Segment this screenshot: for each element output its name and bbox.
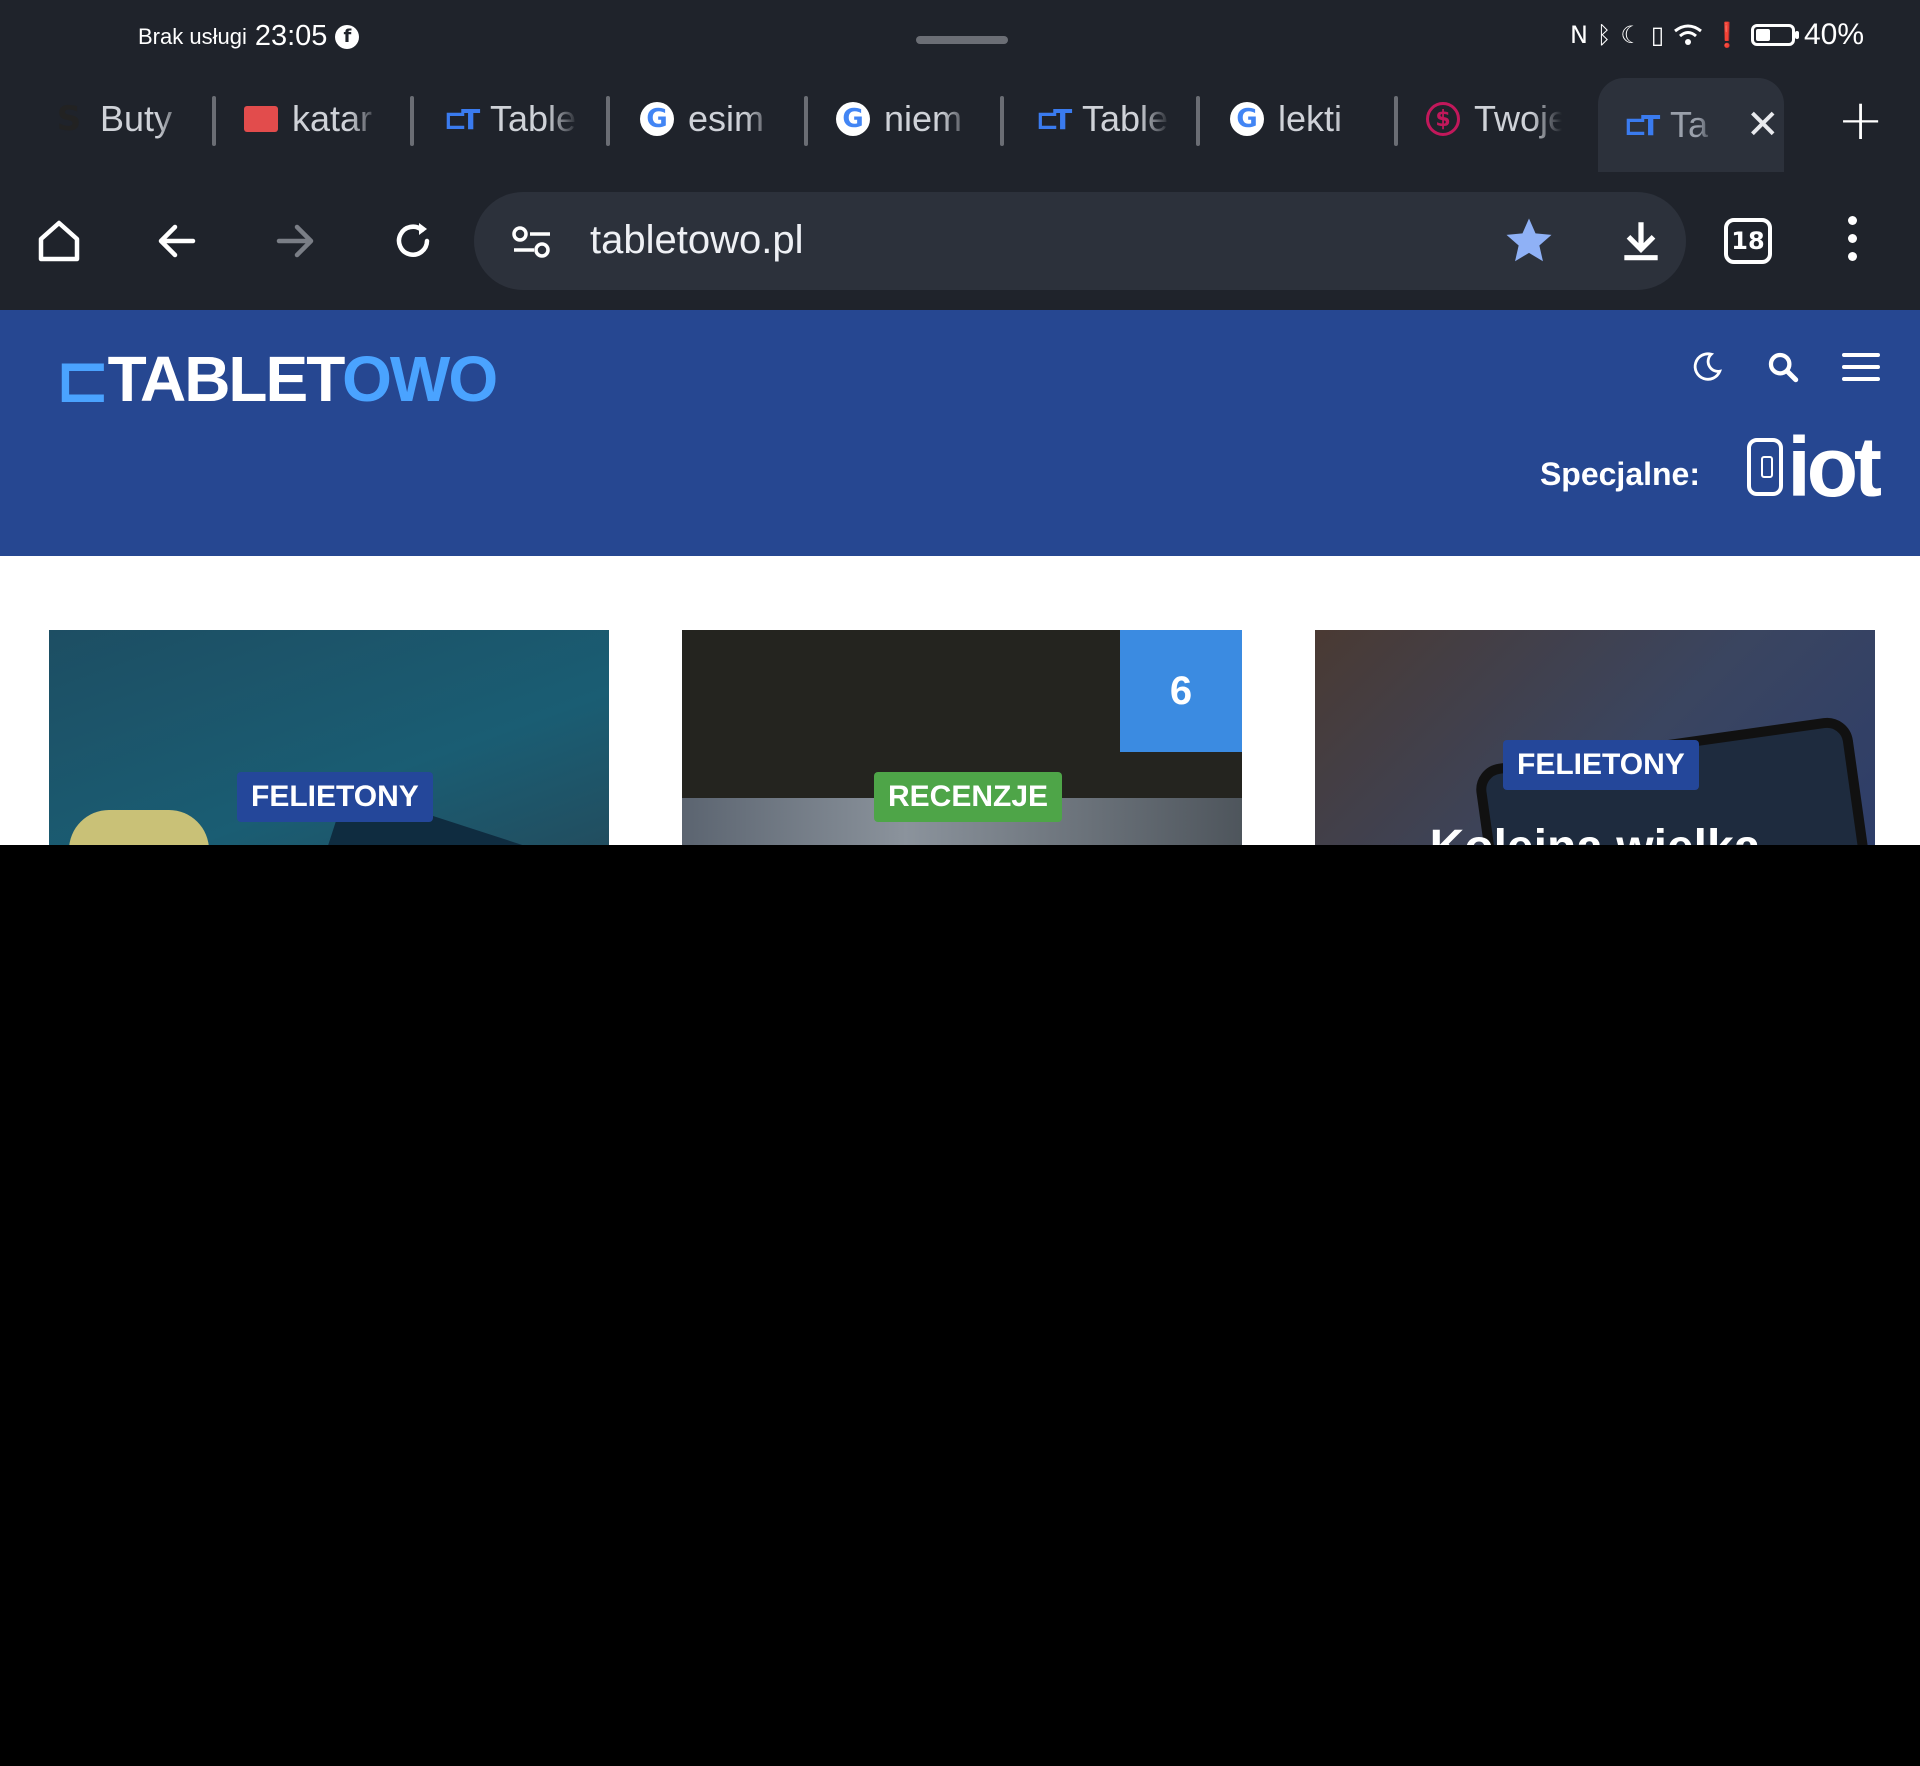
tab-buty[interactable]: S Buty: [52, 78, 202, 160]
browser-menu-button[interactable]: [1848, 216, 1858, 270]
tab-twoje[interactable]: $ Twoje: [1426, 78, 1576, 160]
battery-percent: 40%: [1803, 18, 1864, 51]
tab-title: Table: [1082, 98, 1169, 139]
wifi-icon: [1674, 24, 1702, 45]
tab-separator: [804, 96, 808, 146]
search-icon[interactable]: [1766, 350, 1800, 384]
logo-mark: ⊏: [56, 343, 110, 415]
tab-title: lekti: [1278, 98, 1343, 139]
new-tab-button[interactable]: +: [1837, 88, 1884, 153]
hamburger-menu-icon[interactable]: [1842, 351, 1880, 383]
tab-katar[interactable]: katar: [244, 78, 394, 160]
reload-icon: [396, 223, 430, 257]
article-card[interactable]: FELIETONY: [49, 630, 609, 845]
tab-separator: [1196, 96, 1200, 146]
tab-separator: [212, 96, 216, 146]
iot-logo[interactable]: iot: [1747, 425, 1882, 509]
home-button[interactable]: [24, 206, 94, 276]
site-header: ⊏TABLETOWO Specjalne: iot: [0, 310, 1920, 556]
address-bar[interactable]: tabletowo.pl: [474, 192, 1686, 290]
carrier-label: Brak usługi: [138, 23, 247, 49]
forward-button[interactable]: [260, 206, 330, 276]
tab-separator: [410, 96, 414, 146]
home-icon: [38, 220, 80, 262]
iot-badge-icon: [1747, 438, 1784, 496]
tab-esim[interactable]: G esim: [640, 78, 790, 160]
tab-active[interactable]: ⊏T Ta ✕: [1598, 78, 1784, 172]
tab-title: niem: [884, 98, 963, 139]
tab-tabletowo-2[interactable]: ⊏T Table: [1034, 78, 1184, 160]
tabletowo-icon: ⊏T: [443, 102, 481, 136]
tab-title: Twoje: [1474, 98, 1562, 139]
tabletowo-icon: ⊏T: [1035, 102, 1073, 136]
bookmark-star-icon[interactable]: [1502, 214, 1556, 268]
article-card[interactable]: 6 RECENZJE: [682, 630, 1242, 845]
tab-title: Ta: [1670, 104, 1709, 145]
tab-title: katar: [292, 98, 373, 139]
tab-title: Buty: [100, 98, 173, 139]
tab-separator: [1394, 96, 1398, 146]
back-arrow-icon: [158, 224, 196, 258]
tab-tabletowo-1[interactable]: ⊏T Table: [442, 78, 592, 160]
tab-separator: [1000, 96, 1004, 146]
category-badge[interactable]: FELIETONY: [237, 772, 433, 822]
tab-strip: S Buty katar ⊏T Table G esim G niem ⊏T T…: [0, 78, 1920, 172]
article-title[interactable]: Kolejna wielka: [1315, 820, 1875, 845]
tabletowo-icon: ⊏T: [1623, 108, 1661, 142]
site-settings-icon[interactable]: [510, 222, 554, 262]
clock: 23:05: [254, 20, 328, 52]
battery-icon: [1750, 24, 1799, 46]
facebook-notification-icon: f: [335, 24, 360, 49]
google-icon: G: [1230, 102, 1264, 136]
category-badge[interactable]: FELIETONY: [1503, 740, 1699, 790]
browser-toolbar: tabletowo.pl 18: [0, 172, 1920, 310]
url-text[interactable]: tabletowo.pl: [590, 218, 803, 263]
back-button[interactable]: [142, 206, 212, 276]
drag-handle[interactable]: [916, 36, 1008, 44]
s-icon: S: [56, 99, 82, 139]
bluetooth-icon: ᛒ: [1596, 21, 1612, 49]
article-image: [69, 810, 209, 845]
google-icon: G: [836, 102, 870, 136]
forward-arrow-icon: [276, 224, 314, 258]
tab-title: Table: [490, 98, 577, 139]
article-grid: FELIETONY 6 RECENZJE FELIETONY Kolejna w…: [0, 556, 1920, 845]
reload-button[interactable]: [378, 206, 448, 276]
tab-separator: [606, 96, 610, 146]
moon-icon: ☾: [1620, 21, 1642, 49]
review-score: 6: [1120, 630, 1242, 752]
tab-switcher-button[interactable]: 18: [1724, 218, 1772, 264]
dollar-icon: $: [1426, 102, 1460, 136]
google-icon: G: [640, 102, 674, 136]
tab-niem[interactable]: G niem: [836, 78, 986, 160]
status-bar: Brak usługi 23:05 f N ᛒ ☾ ▯ ❗ 40%: [0, 0, 1920, 72]
tab-lekti[interactable]: G lekti: [1230, 78, 1380, 160]
vibrate-icon: ▯: [1650, 21, 1665, 49]
alert-icon: ❗: [1712, 21, 1742, 49]
special-label: Specjalne:: [1539, 456, 1700, 492]
category-badge[interactable]: RECENZJE: [874, 772, 1063, 822]
tab-title: esim: [688, 98, 765, 139]
mail-icon: [244, 106, 278, 132]
article-card[interactable]: FELIETONY Kolejna wielka: [1315, 630, 1875, 845]
dark-mode-icon[interactable]: [1690, 350, 1724, 384]
close-tab-icon[interactable]: ✕: [1746, 102, 1780, 148]
site-logo[interactable]: ⊏TABLETOWO: [56, 342, 498, 417]
download-icon[interactable]: [1616, 216, 1666, 266]
nfc-icon: N: [1569, 21, 1588, 49]
